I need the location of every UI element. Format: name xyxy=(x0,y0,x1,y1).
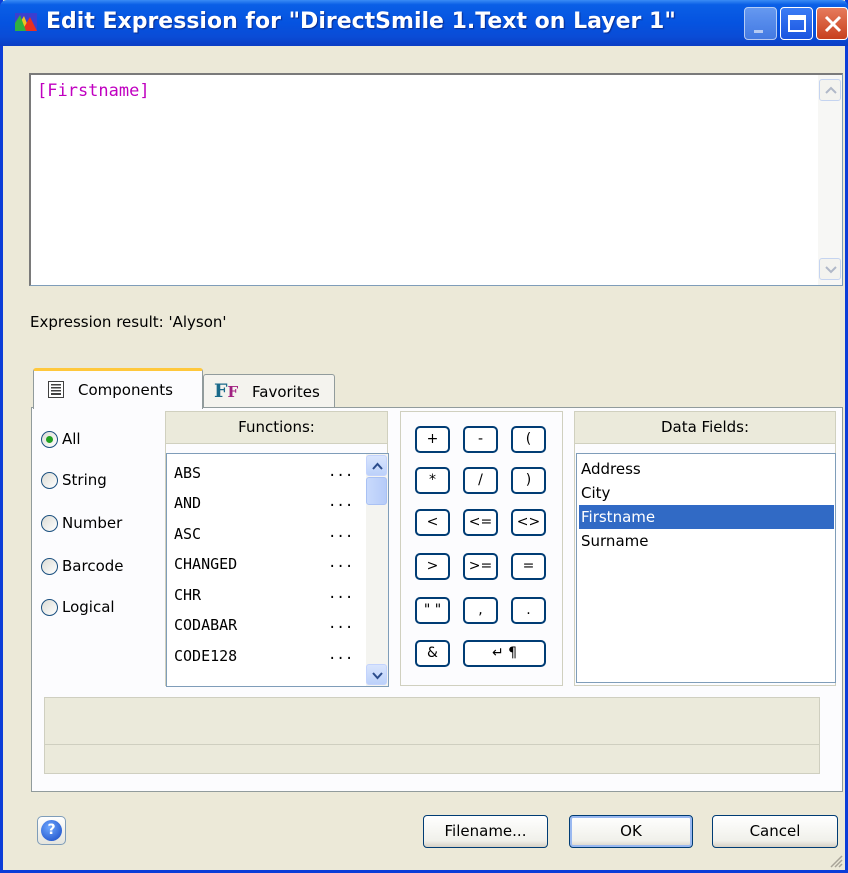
description-panel xyxy=(44,697,820,774)
chevron-up-icon xyxy=(825,86,837,94)
list-item[interactable]: CHR... xyxy=(174,586,353,604)
tab-components-label: Components xyxy=(78,381,173,399)
radio-label: String xyxy=(62,471,107,489)
radio-string[interactable]: String xyxy=(41,469,107,491)
data-fields-group: Data Fields: Address City Firstname Surn… xyxy=(574,411,836,686)
list-item[interactable]: Surname xyxy=(579,529,834,553)
list-item[interactable]: CODABAR... xyxy=(174,616,353,634)
operator-plus-button[interactable]: + xyxy=(415,426,450,453)
functions-header: Functions: xyxy=(166,412,387,444)
radio-label: Barcode xyxy=(62,557,124,575)
operator-divide-button[interactable]: / xyxy=(463,467,498,494)
expression-result: Expression result: 'Alyson' xyxy=(30,313,227,331)
minimize-button[interactable] xyxy=(744,7,777,40)
radio-button[interactable] xyxy=(41,430,58,448)
edit-expression-dialog: Edit Expression for "DirectSmile 1.Text … xyxy=(0,0,848,873)
radio-label: Number xyxy=(62,514,123,532)
maximize-button[interactable] xyxy=(780,7,813,40)
radio-label: Logical xyxy=(62,598,115,616)
radio-button[interactable] xyxy=(41,514,58,532)
ff-favorites-icon: FF xyxy=(214,380,239,402)
list-item[interactable]: CHANGED... xyxy=(174,555,353,573)
tab-favorites[interactable]: FF Favorites xyxy=(203,374,335,409)
divider xyxy=(45,744,819,745)
operator-quotes-button[interactable]: " " xyxy=(415,597,450,624)
operator-greater-equal-button[interactable]: >= xyxy=(463,553,498,580)
list-item-selected[interactable]: Firstname xyxy=(579,505,834,529)
operator-open-paren-button[interactable]: ( xyxy=(511,426,546,453)
tab-components[interactable]: Components xyxy=(33,368,203,409)
operator-less-equal-button[interactable]: <= xyxy=(463,509,498,536)
list-item[interactable]: AND... xyxy=(174,494,353,512)
scroll-down-button[interactable] xyxy=(819,258,841,280)
operator-multiply-button[interactable]: * xyxy=(415,467,450,494)
scroll-down-button[interactable] xyxy=(366,664,387,685)
list-item[interactable]: Address xyxy=(579,457,834,481)
operator-less-button[interactable]: < xyxy=(415,509,450,536)
list-item[interactable]: ABS... xyxy=(174,464,353,482)
list-item[interactable]: CODE128... xyxy=(174,647,353,665)
directsmile-app-icon xyxy=(15,13,37,31)
radio-button[interactable] xyxy=(41,471,58,489)
window-title: Edit Expression for "DirectSmile 1.Text … xyxy=(46,9,676,34)
chevron-down-icon xyxy=(825,266,837,274)
ok-button[interactable]: OK xyxy=(569,815,693,848)
radio-number[interactable]: Number xyxy=(41,512,122,534)
radio-barcode[interactable]: Barcode xyxy=(41,555,124,577)
radio-logical[interactable]: Logical xyxy=(41,596,115,618)
maximize-icon xyxy=(788,15,806,32)
list-icon xyxy=(48,381,64,398)
operator-period-button[interactable]: . xyxy=(511,597,546,624)
functions-scrollbar[interactable] xyxy=(366,454,388,686)
help-button[interactable]: ? xyxy=(37,816,66,845)
functions-list[interactable]: ABS... AND... ASC... CHANGED... CHR... C… xyxy=(166,453,389,687)
title-bar[interactable]: Edit Expression for "DirectSmile 1.Text … xyxy=(0,0,848,46)
operator-minus-button[interactable]: - xyxy=(463,426,498,453)
filename-button[interactable]: Filename... xyxy=(423,815,548,848)
expression-editor[interactable]: [Firstname] xyxy=(29,73,843,286)
scroll-up-button[interactable] xyxy=(819,79,841,101)
operator-close-paren-button[interactable]: ) xyxy=(511,467,546,494)
operator-newline-button[interactable]: ↵ ¶ xyxy=(463,640,546,667)
radio-label: All xyxy=(62,430,81,448)
cancel-button[interactable]: Cancel xyxy=(712,815,838,848)
operator-ampersand-button[interactable]: & xyxy=(415,640,450,667)
close-icon xyxy=(824,15,842,33)
list-item[interactable]: ASC... xyxy=(174,525,353,543)
operator-greater-button[interactable]: > xyxy=(415,553,450,580)
radio-button[interactable] xyxy=(41,598,58,616)
tab-favorites-label: Favorites xyxy=(252,383,320,401)
list-item[interactable]: City xyxy=(579,481,834,505)
scroll-thumb[interactable] xyxy=(366,477,387,505)
close-button[interactable] xyxy=(816,7,848,40)
help-icon: ? xyxy=(41,820,62,841)
minimize-icon xyxy=(754,30,763,33)
chevron-down-icon xyxy=(372,672,383,680)
operator-equal-button[interactable]: = xyxy=(511,553,546,580)
resize-grip-icon[interactable] xyxy=(829,854,843,868)
operator-comma-button[interactable]: , xyxy=(463,597,498,624)
radio-button[interactable] xyxy=(41,557,58,575)
functions-group: Functions: ABS... AND... ASC... CHANGED.… xyxy=(165,411,389,687)
scroll-up-button[interactable] xyxy=(366,455,387,476)
expression-text[interactable]: [Firstname] xyxy=(37,81,150,101)
editor-scrollbar[interactable] xyxy=(818,75,842,285)
operator-not-equal-button[interactable]: <> xyxy=(511,509,546,536)
operators-group: + - ( * / ) < <= <> > >= = " " , . & ↵ ¶ xyxy=(400,411,563,686)
data-fields-header: Data Fields: xyxy=(575,412,835,444)
chevron-up-icon xyxy=(372,462,383,470)
data-fields-list[interactable]: Address City Firstname Surname xyxy=(576,453,836,683)
radio-all[interactable]: All xyxy=(41,428,81,450)
